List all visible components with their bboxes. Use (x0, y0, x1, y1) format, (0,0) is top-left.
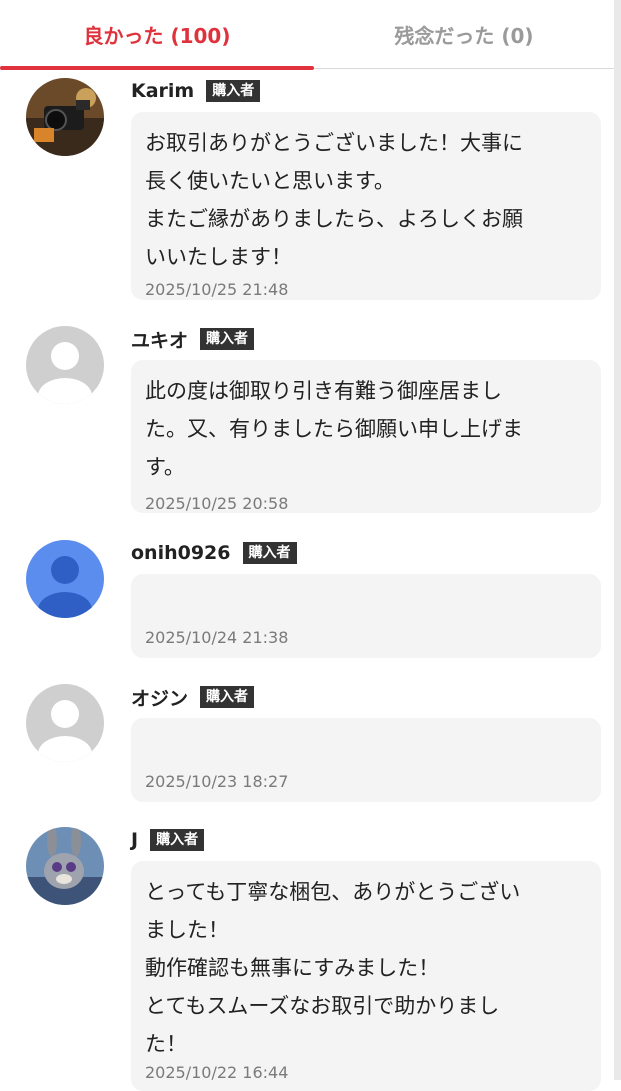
tab-bad-label: 残念だった (0) (394, 23, 534, 48)
tab-good-label: 良かった (100) (83, 23, 231, 48)
buyer-badge: 購入者 (200, 328, 255, 350)
comment-bubble: お取引ありがとうございました！大事に 長く使いたいと思います。 またご縁がありま… (131, 112, 601, 300)
buyer-badge: 購入者 (242, 542, 297, 564)
buyer-badge: 購入者 (150, 829, 205, 851)
buyer-badge: 購入者 (206, 80, 261, 102)
tab-bad[interactable]: 残念だった (0) (314, 0, 614, 68)
reviewer-header: J 購入者 (131, 827, 205, 853)
review-date: 2025/10/23 18:27 (145, 772, 289, 791)
reviewer-name[interactable]: onih0926 (131, 542, 231, 564)
review-date: 2025/10/22 16:44 (145, 1063, 289, 1082)
review-date: 2025/10/25 20:58 (145, 494, 289, 513)
photo-avatar-camera-icon (26, 78, 104, 156)
default-user-icon (26, 684, 104, 762)
reviewer-name[interactable]: オジン (131, 684, 188, 711)
blue-user-icon (26, 540, 104, 618)
rating-tabs: 良かった (100) 残念だった (0) (0, 0, 614, 70)
photo-avatar-character-icon (26, 827, 104, 905)
comment-bubble: とっても丁寧な梱包、ありがとうござい ました！ 動作確認も無事にすみました！ と… (131, 861, 601, 1091)
tab-good[interactable]: 良かった (100) (0, 0, 314, 70)
reviewer-header: onih0926 購入者 (131, 540, 297, 566)
comment-text: お取引ありがとうございました！大事に 長く使いたいと思います。 またご縁がありま… (145, 131, 523, 269)
reviewer-header: オジン 購入者 (131, 684, 255, 711)
reviewer-header: ユキオ 購入者 (131, 326, 255, 353)
review-date: 2025/10/25 21:48 (145, 280, 289, 299)
comment-bubble: 2025/10/24 21:38 (131, 574, 601, 658)
comment-text (145, 730, 587, 768)
avatar[interactable] (26, 827, 104, 905)
default-user-icon (26, 326, 104, 404)
buyer-badge: 購入者 (200, 686, 255, 708)
comment-text: とっても丁寧な梱包、ありがとうござい ました！ 動作確認も無事にすみました！ と… (145, 880, 521, 1056)
scrollbar-track[interactable] (614, 0, 621, 1080)
comment-bubble: 此の度は御取り引き有難う御座居まし た。又、有りましたら御願い申し上げま す。 … (131, 360, 601, 513)
comment-text: 此の度は御取り引き有難う御座居まし た。又、有りましたら御願い申し上げま す。 (145, 379, 523, 479)
avatar[interactable] (26, 684, 104, 762)
reviewer-name[interactable]: J (131, 829, 138, 851)
avatar[interactable] (26, 326, 104, 404)
reviewer-header: Karim 購入者 (131, 78, 261, 104)
comment-bubble: 2025/10/23 18:27 (131, 718, 601, 802)
reviewer-name[interactable]: ユキオ (131, 326, 188, 353)
active-tab-indicator (0, 66, 314, 70)
avatar[interactable] (26, 540, 104, 618)
comment-text (145, 586, 587, 624)
review-date: 2025/10/24 21:38 (145, 628, 289, 647)
avatar[interactable] (26, 78, 104, 156)
reviewer-name[interactable]: Karim (131, 80, 194, 102)
